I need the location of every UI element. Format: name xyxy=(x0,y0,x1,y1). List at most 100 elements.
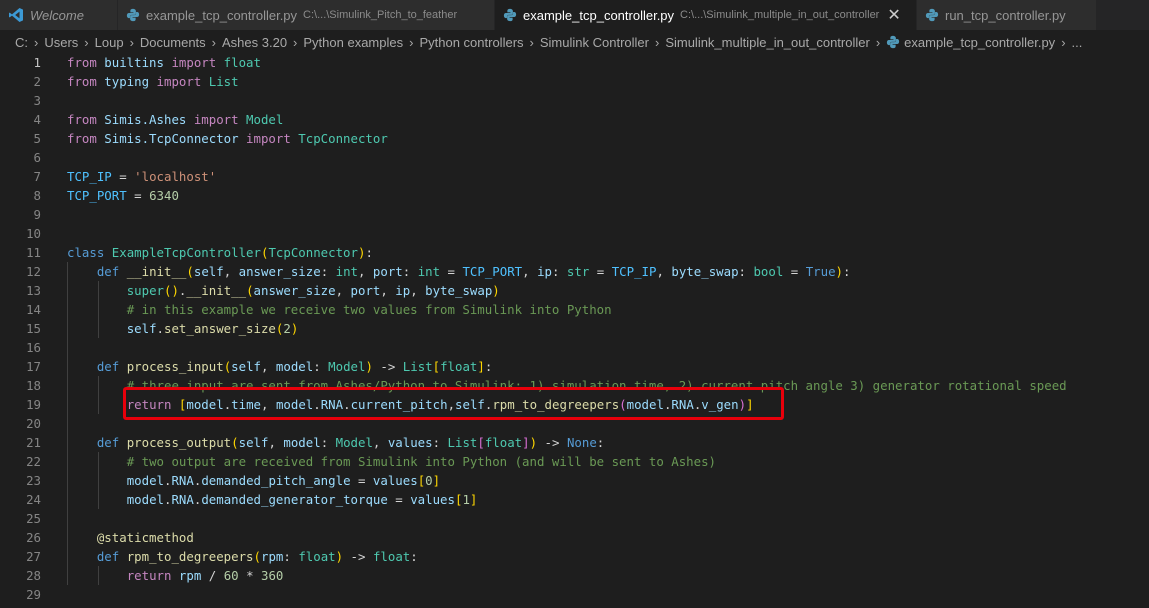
code-line[interactable]: 6 xyxy=(0,148,1149,167)
line-number: 13 xyxy=(26,283,41,298)
breadcrumb-item[interactable]: Documents xyxy=(140,35,206,50)
code-line[interactable]: 24 model.RNA.demanded_generator_torque =… xyxy=(0,490,1149,509)
code-token: = xyxy=(111,169,135,184)
breadcrumb-item[interactable]: Ashes 3.20 xyxy=(222,35,287,50)
code-token: # two output are received from Simulink … xyxy=(126,454,717,469)
code-text: # two output are received from Simulink … xyxy=(67,452,716,471)
code-line[interactable]: 7 TCP_IP = 'localhost' xyxy=(0,167,1149,186)
tab-example-tcp-controller-pitch[interactable]: example_tcp_controller.py C:\...\Simulin… xyxy=(118,0,495,30)
code-token: int xyxy=(417,264,441,279)
code-token: ) xyxy=(335,549,344,564)
code-token: Simis.TcpConnector xyxy=(96,131,247,146)
code-token: ) xyxy=(290,321,299,336)
line-number: 27 xyxy=(26,549,41,564)
code-token: self xyxy=(126,321,157,336)
breadcrumb-item[interactable]: Python examples xyxy=(303,35,403,50)
line-number: 12 xyxy=(26,264,41,279)
code-line[interactable]: 11 class ExampleTcpController(TcpConnecto… xyxy=(0,243,1149,262)
breadcrumb-item[interactable]: Loup xyxy=(95,35,124,50)
code-line[interactable]: 5 from Simis.TcpConnector import TcpConne… xyxy=(0,129,1149,148)
code-editor[interactable]: 1 from builtins import float 2 from typing … xyxy=(0,53,1149,608)
code-token: float xyxy=(216,55,261,70)
breadcrumb-item[interactable]: C: xyxy=(15,35,28,50)
code-line[interactable]: 2 from typing import List xyxy=(0,72,1149,91)
code-text: from Simis.Ashes import Model xyxy=(67,110,283,129)
code-token: [ xyxy=(432,359,441,374)
line-number: 11 xyxy=(26,245,41,260)
breadcrumb-item[interactable]: Python controllers xyxy=(419,35,523,50)
code-text: model.RNA.demanded_generator_torque = va… xyxy=(67,490,478,509)
tab-welcome[interactable]: Welcome xyxy=(0,0,118,30)
code-line[interactable]: 22 # two output are received from Simuli… xyxy=(0,452,1149,471)
code-line[interactable]: 27 def rpm_to_degreepers(rpm: float) -> … xyxy=(0,547,1149,566)
code-token: () xyxy=(164,283,179,298)
code-token: class xyxy=(67,245,105,260)
code-token: import xyxy=(246,131,291,146)
code-line[interactable]: 21 def process_output(self, model: Model… xyxy=(0,433,1149,452)
code-line[interactable]: 16 xyxy=(0,338,1149,357)
line-number: 6 xyxy=(33,150,41,165)
code-text: self.set_answer_size(2) xyxy=(67,319,299,338)
code-token: : xyxy=(410,549,418,564)
code-token: def xyxy=(96,264,120,279)
tab-run-tcp-controller[interactable]: run_tcp_controller.py xyxy=(917,0,1097,30)
code-line[interactable]: 28 return rpm / 60 * 360 xyxy=(0,566,1149,585)
line-number: 29 xyxy=(26,587,41,602)
line-number: 24 xyxy=(26,492,41,507)
close-icon[interactable]: ✕ xyxy=(887,5,900,25)
code-text: return rpm / 60 * 360 xyxy=(67,566,284,585)
line-number: 2 xyxy=(33,74,41,89)
breadcrumb-item[interactable]: Simulink_multiple_in_out_controller xyxy=(665,35,870,50)
code-text: TCP_IP = 'localhost' xyxy=(67,167,216,186)
code-token: rpm_to_degreepers xyxy=(126,549,254,564)
code-token: byte_swap xyxy=(671,264,739,279)
code-token: process_output xyxy=(126,435,232,450)
code-token: , xyxy=(358,264,373,279)
breadcrumb-item[interactable]: example_tcp_controller.py xyxy=(904,35,1055,50)
code-token: builtins xyxy=(96,55,172,70)
code-line[interactable]: 13 super().__init__(answer_size, port, i… xyxy=(0,281,1149,300)
code-line[interactable]: 9 xyxy=(0,205,1149,224)
code-token: = xyxy=(440,264,463,279)
code-token: model xyxy=(283,435,321,450)
breadcrumb-item[interactable]: Users xyxy=(44,35,78,50)
code-line[interactable]: 3 xyxy=(0,91,1149,110)
code-line[interactable]: 29 xyxy=(0,585,1149,604)
code-line[interactable]: 10 xyxy=(0,224,1149,243)
code-line[interactable]: 26 @staticmethod xyxy=(0,528,1149,547)
code-line[interactable]: 14 # in this example we receive two valu… xyxy=(0,300,1149,319)
code-token: __init__ xyxy=(126,264,187,279)
code-line[interactable]: 25 xyxy=(0,509,1149,528)
code-token: int xyxy=(335,264,358,279)
tab-description: C:\...\Simulink_Pitch_to_feather xyxy=(303,9,458,21)
code-token: bool xyxy=(753,264,784,279)
code-line[interactable]: 1 from builtins import float xyxy=(0,53,1149,72)
code-token: -> xyxy=(343,549,373,564)
code-line[interactable]: 12 def __init__(self, answer_size: int, … xyxy=(0,262,1149,281)
code-line[interactable]: 8 TCP_PORT = 6340 xyxy=(0,186,1149,205)
code-token: 6340 xyxy=(149,188,179,203)
code-token: ] xyxy=(432,473,441,488)
code-token: : xyxy=(738,264,754,279)
breadcrumb-item[interactable]: ... xyxy=(1072,35,1083,50)
code-line[interactable]: 4 from Simis.Ashes import Model xyxy=(0,110,1149,129)
code-token: , xyxy=(223,264,239,279)
code-token: TCP_PORT xyxy=(67,188,127,203)
code-token: from xyxy=(67,74,97,89)
code-token: TCP_PORT xyxy=(462,264,523,279)
code-token: self xyxy=(238,435,269,450)
breadcrumb-item[interactable]: Simulink Controller xyxy=(540,35,649,50)
code-line[interactable]: 15 self.set_answer_size(2) xyxy=(0,319,1149,338)
code-text: from Simis.TcpConnector import TcpConnec… xyxy=(67,129,388,148)
code-token: , xyxy=(261,359,276,374)
code-token: from xyxy=(67,131,97,146)
code-token: -> xyxy=(372,359,403,374)
code-line[interactable]: 17 def process_input(self, model: Model)… xyxy=(0,357,1149,376)
code-line[interactable]: 23 model.RNA.demanded_pitch_angle = valu… xyxy=(0,471,1149,490)
tab-example-tcp-controller-active[interactable]: example_tcp_controller.py C:\...\Simulin… xyxy=(495,0,917,30)
tab-label: example_tcp_controller.py xyxy=(523,7,675,23)
indent-guide xyxy=(98,376,99,414)
code-token: . xyxy=(156,321,164,336)
line-number: 23 xyxy=(26,473,41,488)
